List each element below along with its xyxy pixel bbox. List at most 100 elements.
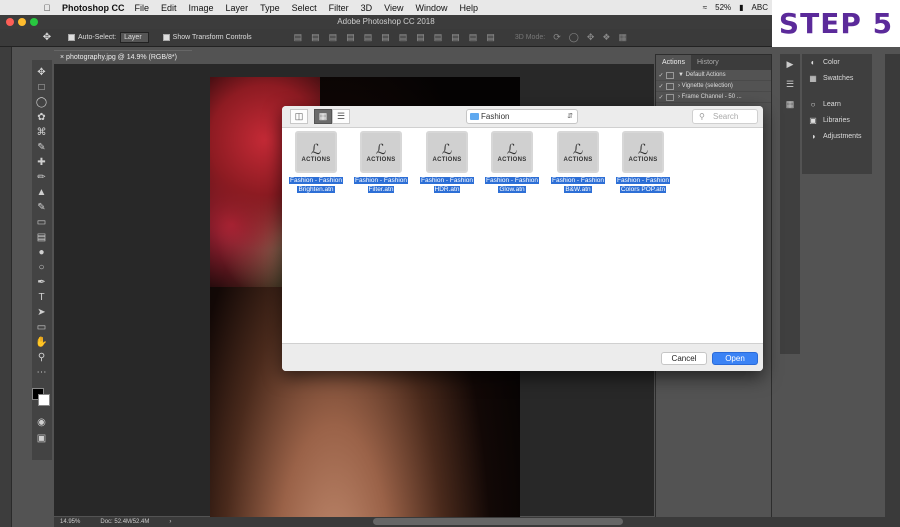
battery-percent[interactable]: 52% <box>715 3 731 12</box>
roll-3d-icon[interactable]: ◯ <box>569 32 579 43</box>
quick-mask-icon[interactable]: ◉ <box>35 416 48 429</box>
blur-tool[interactable]: ● <box>35 246 48 259</box>
action-toggle-check[interactable]: ✓ <box>656 94 666 101</box>
apple-icon[interactable]:  <box>40 3 54 13</box>
gradient-tool[interactable]: ▤ <box>35 231 48 244</box>
panel-item-learn[interactable]: ○ Learn <box>802 96 872 112</box>
input-source[interactable]: ABC <box>752 3 768 12</box>
eraser-tool[interactable]: ▭ <box>35 216 48 229</box>
background-color-swatch[interactable] <box>38 394 50 406</box>
action-set-row[interactable]: ✓ ▼ Default Actions <box>656 70 771 81</box>
document-tab[interactable]: × photography.jpg @ 14.9% (RGB/8*) <box>54 50 192 64</box>
menu-filter[interactable]: Filter <box>329 3 349 13</box>
minimize-window-icon[interactable] <box>18 18 26 26</box>
tab-history[interactable]: History <box>691 55 725 70</box>
distribute-top-icon[interactable]: ▤ <box>399 32 408 43</box>
distribute-bottom-icon[interactable]: ▤ <box>434 32 443 43</box>
play-action-icon[interactable]: ▶ <box>780 54 800 74</box>
align-right-icon[interactable]: ▤ <box>381 32 390 43</box>
wifi-icon[interactable]: ≈ <box>703 3 707 12</box>
file-item[interactable]: ℒ ACTIONS Fashion - Fashion Glow.atn <box>481 131 543 194</box>
brush-tool[interactable]: ✏ <box>35 171 48 184</box>
pan-3d-icon[interactable]: ✥ <box>587 32 595 43</box>
menu-help[interactable]: Help <box>459 3 478 13</box>
open-button[interactable]: Open <box>712 352 758 365</box>
marquee-tool[interactable]: □ <box>35 81 48 94</box>
zoom-tool[interactable]: ⚲ <box>35 351 48 364</box>
panel-item-libraries[interactable]: ▣ Libraries <box>802 112 872 128</box>
distribute-middle-icon[interactable]: ▤ <box>416 32 425 43</box>
type-tool[interactable]: T <box>35 291 48 304</box>
move-tool-icon[interactable]: ✥ <box>40 32 54 43</box>
properties-panel-icon[interactable]: ▦ <box>780 94 800 114</box>
zoom-window-icon[interactable] <box>30 18 38 26</box>
more-tools-icon[interactable]: ⋯ <box>35 366 48 379</box>
list-view-icon[interactable]: ☰ <box>332 109 350 124</box>
action-row[interactable]: ✓ › Frame Channel - 50 ... <box>656 92 771 103</box>
distribute-right-icon[interactable]: ▤ <box>486 32 495 43</box>
dodge-tool[interactable]: ○ <box>35 261 48 274</box>
align-center-icon[interactable]: ▤ <box>364 32 373 43</box>
scale-3d-icon[interactable]: ▦ <box>618 32 627 43</box>
location-dropdown[interactable]: Fashion ⇵ <box>466 109 578 124</box>
menu-select[interactable]: Select <box>292 3 317 13</box>
menu-edit[interactable]: Edit <box>161 3 177 13</box>
menu-app-name[interactable]: Photoshop CC <box>62 3 125 13</box>
hand-tool[interactable]: ✋ <box>35 336 48 349</box>
auto-select-checkbox[interactable] <box>68 34 75 41</box>
slide-3d-icon[interactable]: ❖ <box>602 32 610 43</box>
cancel-button[interactable]: Cancel <box>661 352 707 365</box>
panel-item-swatches[interactable]: ▦ Swatches <box>802 70 872 86</box>
eyedropper-tool[interactable]: ✎ <box>35 141 48 154</box>
tab-actions[interactable]: Actions <box>656 55 691 70</box>
history-brush-tool[interactable]: ✎ <box>35 201 48 214</box>
action-row[interactable]: ✓ › Vignette (selection) <box>656 81 771 92</box>
panel-item-adjustments[interactable]: ◑ Adjustments <box>802 128 872 144</box>
close-document-icon[interactable]: × <box>60 54 64 61</box>
rectangle-tool[interactable]: ▭ <box>35 321 48 334</box>
status-arrow-icon[interactable]: › <box>169 519 171 525</box>
file-item[interactable]: ℒ ACTIONS Fashion - Fashion Colors POP.atn <box>612 131 674 194</box>
history-panel-icon[interactable]: ☰ <box>780 74 800 94</box>
menu-view[interactable]: View <box>384 3 403 13</box>
align-top-icon[interactable]: ▤ <box>294 32 303 43</box>
distribute-left-icon[interactable]: ▤ <box>451 32 460 43</box>
dialog-toggle-box[interactable] <box>666 71 674 79</box>
align-bottom-icon[interactable]: ▤ <box>329 32 338 43</box>
action-toggle-check[interactable]: ✓ <box>656 83 666 90</box>
menu-3d[interactable]: 3D <box>361 3 373 13</box>
menu-type[interactable]: Type <box>260 3 280 13</box>
menu-file[interactable]: File <box>135 3 150 13</box>
right-panel-scrollbar[interactable] <box>885 54 900 524</box>
zoom-level[interactable]: 14.95% <box>60 519 80 525</box>
search-input[interactable]: ⚲ Search <box>692 109 758 124</box>
crop-tool[interactable]: ⌘ <box>35 126 48 139</box>
file-item[interactable]: ℒ ACTIONS Fashion - Fashion B&W.atn <box>547 131 609 194</box>
path-select-tool[interactable]: ➤ <box>35 306 48 319</box>
distribute-center-icon[interactable]: ▤ <box>469 32 478 43</box>
clone-stamp-tool[interactable]: ▲ <box>35 186 48 199</box>
move-tool[interactable]: ✥ <box>35 66 48 79</box>
action-toggle-check[interactable]: ✓ <box>656 72 666 79</box>
menu-window[interactable]: Window <box>415 3 447 13</box>
menu-layer[interactable]: Layer <box>226 3 249 13</box>
transform-controls-checkbox[interactable] <box>162 34 170 41</box>
healing-brush-tool[interactable]: ✚ <box>35 156 48 169</box>
canvas-horizontal-scrollbar[interactable] <box>373 518 623 525</box>
align-left-icon[interactable]: ▤ <box>346 32 355 43</box>
auto-select-dropdown[interactable]: Layer <box>120 32 149 43</box>
panel-item-color[interactable]: ◐ Color <box>802 54 872 70</box>
close-window-icon[interactable] <box>6 18 14 26</box>
icon-view-icon[interactable]: ▦ <box>314 109 332 124</box>
quick-select-tool[interactable]: ✿ <box>35 111 48 124</box>
file-item[interactable]: ℒ ACTIONS Fashion - Fashion Filter.atn <box>350 131 412 194</box>
sidebar-toggle-icon[interactable]: ◫ <box>290 109 308 124</box>
dialog-toggle-box[interactable] <box>666 82 674 90</box>
align-middle-icon[interactable]: ▤ <box>311 32 320 43</box>
screen-mode-icon[interactable]: ▣ <box>35 432 48 445</box>
orbit-3d-icon[interactable]: ⟳ <box>553 32 561 43</box>
menu-image[interactable]: Image <box>189 3 214 13</box>
file-item[interactable]: ℒ ACTIONS Fashion - Fashion Brighten.atn <box>285 131 347 194</box>
dialog-toggle-box[interactable] <box>666 93 674 101</box>
file-item[interactable]: ℒ ACTIONS Fashion - Fashion HDR.atn <box>416 131 478 194</box>
